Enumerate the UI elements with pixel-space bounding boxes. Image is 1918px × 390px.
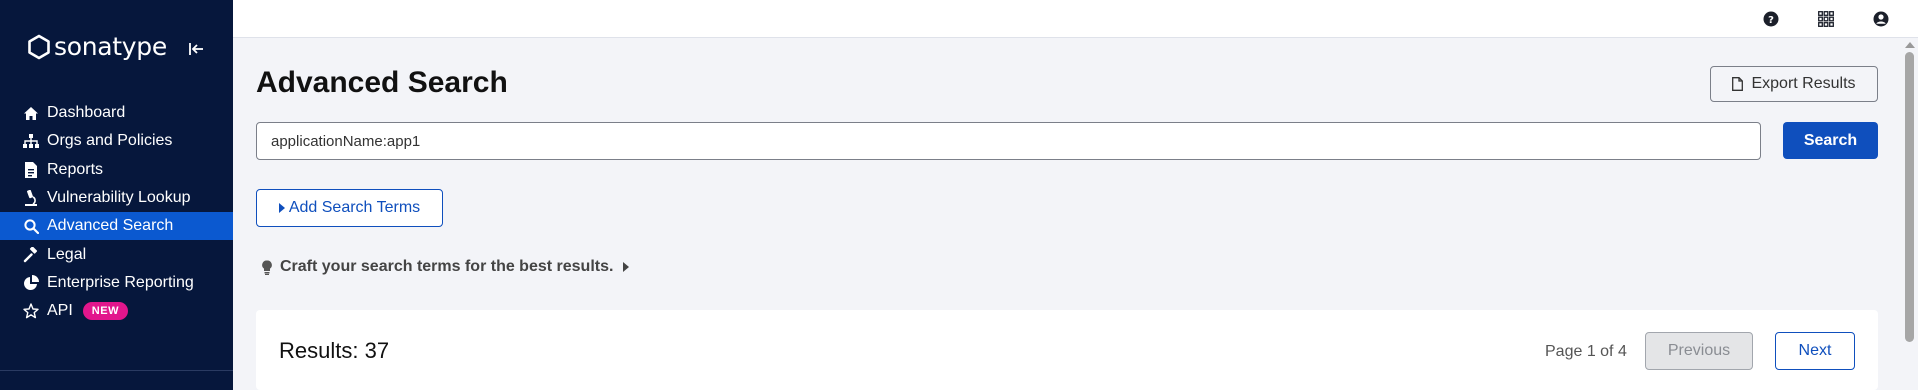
new-badge: NEW (82, 302, 128, 321)
pie-chart-icon (22, 274, 40, 292)
sidebar-item-dashboard[interactable]: Dashboard (0, 99, 233, 127)
lightbulb-icon (262, 259, 272, 275)
sidebar-item-label: Dashboard (47, 104, 126, 122)
page-scrollbar[interactable] (1901, 38, 1918, 390)
star-outline-icon (22, 302, 40, 320)
sidebar-item-label: API (47, 302, 73, 320)
sidebar-item-label: Advanced Search (47, 217, 174, 235)
sidebar-nav: Dashboard Orgs and Policies Reports Vuln… (0, 99, 233, 325)
report-file-icon (22, 161, 40, 179)
microscope-icon (22, 189, 40, 207)
scroll-up-arrow-icon[interactable] (1905, 42, 1915, 48)
help-icon[interactable]: ? (1761, 9, 1781, 29)
next-page-button[interactable]: Next (1775, 332, 1855, 370)
search-button[interactable]: Search (1783, 122, 1878, 159)
sitemap-icon (22, 132, 40, 150)
caret-right-icon (623, 262, 630, 272)
search-tips-label: Craft your search terms for the best res… (280, 258, 614, 275)
apps-grid-icon[interactable] (1816, 9, 1836, 29)
collapse-sidebar-icon[interactable] (185, 38, 207, 60)
sidebar-item-label: Orgs and Policies (47, 132, 173, 150)
sidebar-item-advanced-search[interactable]: Advanced Search (0, 212, 233, 241)
add-search-terms-button[interactable]: Add Search Terms (256, 189, 443, 227)
export-results-label: Export Results (1751, 75, 1856, 92)
sidebar-item-label: Legal (47, 245, 87, 263)
sidebar-item-label: Reports (47, 160, 104, 178)
page-title: Advanced Search (256, 66, 508, 99)
sonatype-logo[interactable]: sonatype (26, 32, 167, 61)
sidebar-item-enterprise-reporting[interactable]: Enterprise Reporting (0, 269, 233, 297)
hexagon-logo-icon (28, 34, 50, 59)
add-search-terms-label: Add Search Terms (288, 199, 421, 216)
document-icon (1732, 77, 1744, 91)
results-count: Results: 37 (279, 338, 390, 363)
page-info: Page 1 of 4 (1545, 343, 1627, 360)
sidebar-item-label: Enterprise Reporting (47, 273, 194, 291)
previous-page-button[interactable]: Previous (1645, 332, 1753, 370)
user-account-icon[interactable] (1871, 9, 1891, 29)
search-tips-toggle[interactable]: Craft your search terms for the best res… (262, 258, 630, 276)
caret-right-icon (278, 203, 285, 213)
export-results-button[interactable]: Export Results (1710, 66, 1878, 102)
sidebar-item-label: Vulnerability Lookup (47, 189, 191, 207)
search-icon (22, 217, 40, 235)
search-input[interactable] (256, 122, 1761, 160)
sidebar-divider (0, 370, 233, 371)
scroll-thumb[interactable] (1905, 52, 1914, 342)
sidebar-item-legal[interactable]: Legal (0, 240, 233, 268)
sidebar: sonatype Dashboard Orgs and Policies Rep… (0, 0, 233, 390)
brand-name: sonatype (54, 32, 167, 61)
results-panel: Results: 37 Page 1 of 4 Previous Next (256, 310, 1878, 390)
home-icon (22, 104, 40, 122)
sidebar-item-orgs-and-policies[interactable]: Orgs and Policies (0, 127, 233, 155)
gavel-icon (22, 246, 40, 264)
sidebar-item-reports[interactable]: Reports (0, 156, 233, 184)
top-header: ? (233, 0, 1918, 38)
svg-text:?: ? (1768, 15, 1774, 26)
sidebar-item-api[interactable]: API NEW (0, 297, 233, 325)
sidebar-item-vulnerability-lookup[interactable]: Vulnerability Lookup (0, 184, 233, 212)
